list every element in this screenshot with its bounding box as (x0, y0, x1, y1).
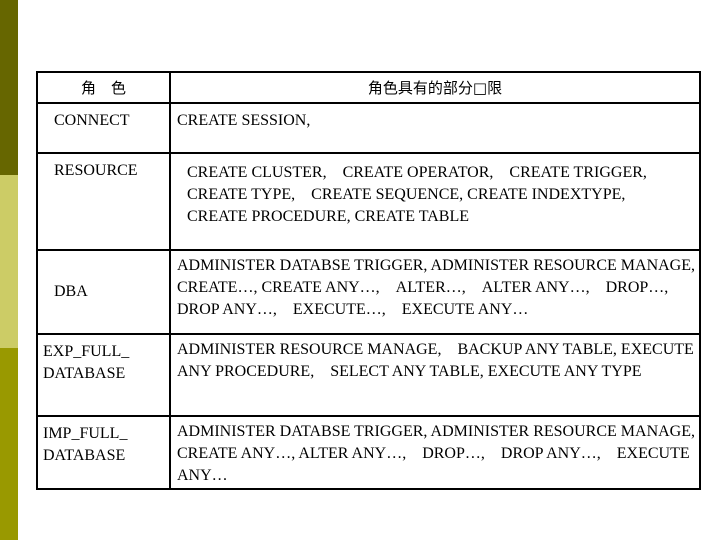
role-cell: RESOURCE (36, 152, 171, 251)
privileges-cell: CREATE SESSION, (169, 102, 701, 154)
header-privileges: 角色具有的部分□限 (169, 71, 701, 104)
decor-bar-dark (0, 0, 18, 175)
decor-bar-olive (0, 348, 18, 540)
privileges-cell: CREATE CLUSTER, CREATE OPERATOR, CREATE … (169, 152, 701, 251)
table-row: RESOURCE CREATE CLUSTER, CREATE OPERATOR… (36, 152, 701, 251)
table-row: DBA ADMINISTER DATABSE TRIGGER, ADMINIST… (36, 249, 711, 335)
decor-bar-light (0, 175, 18, 348)
privileges-cell: ADMINISTER DATABSE TRIGGER, ADMINISTER R… (169, 249, 711, 335)
table-row: EXP_FULL_ DATABASE ADMINISTER RESOURCE M… (36, 333, 701, 417)
table-header-row: 角 色 角色具有的部分□限 (36, 71, 701, 104)
privileges-cell: ADMINISTER RESOURCE MANAGE, BACKUP ANY T… (169, 333, 701, 417)
table-row: CONNECT CREATE SESSION, (36, 102, 701, 154)
role-cell: EXP_FULL_ DATABASE (36, 333, 171, 417)
role-cell: CONNECT (36, 102, 171, 154)
roles-table: 角 色 角色具有的部分□限 CONNECT CREATE SESSION, RE… (36, 71, 711, 490)
header-role: 角 色 (36, 71, 171, 104)
privileges-cell: ADMINISTER DATABSE TRIGGER, ADMINISTER R… (169, 415, 711, 490)
role-cell: IMP_FULL_ DATABASE (36, 415, 171, 490)
role-cell: DBA (36, 249, 171, 335)
table-row: IMP_FULL_ DATABASE ADMINISTER DATABSE TR… (36, 415, 711, 490)
